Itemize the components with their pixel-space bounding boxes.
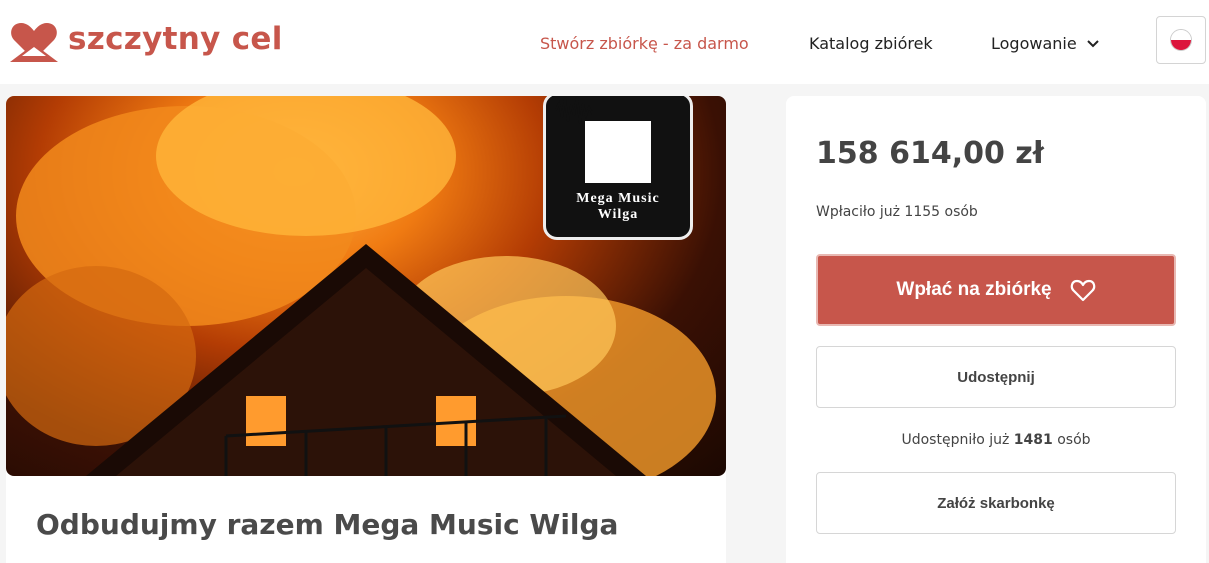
nav-login-label: Logowanie: [991, 34, 1077, 53]
nav-login-dropdown[interactable]: Logowanie: [991, 34, 1099, 53]
logo-text: szczytny cel: [68, 21, 283, 57]
site-logo[interactable]: szczytny cel: [8, 20, 283, 64]
collected-amount: 158 614,00 zł: [816, 136, 1044, 171]
donate-button-label: Wpłać na zbiórkę: [896, 279, 1052, 300]
donors-count: Wpłaciło już 1155 osób: [816, 204, 978, 220]
chevron-down-icon: [1086, 39, 1099, 47]
campaign-image: Mega Music Wilga: [6, 96, 726, 476]
mega-music-logo-text: Mega Music Wilga: [576, 191, 660, 222]
create-piggybank-button[interactable]: Załóż skarbonkę: [816, 472, 1176, 534]
shares-count: Udostępniło już 1481 osób: [901, 432, 1091, 448]
logo-heart-icon: [10, 23, 58, 62]
nav-create-fundraiser[interactable]: Stwórz zbiórkę - za darmo: [540, 34, 749, 53]
heart-outline-icon: [1070, 279, 1095, 302]
mega-music-logo: Mega Music Wilga: [543, 96, 693, 240]
campaign-title: Odbudujmy razem Mega Music Wilga: [36, 508, 619, 541]
shares-number: 1481: [1013, 432, 1053, 448]
donate-button[interactable]: Wpłać na zbiórkę: [816, 254, 1176, 326]
campaign-card: Mega Music Wilga Odbudujmy razem Mega Mu…: [6, 96, 726, 563]
share-button[interactable]: Udostępnij: [816, 346, 1176, 408]
nav-catalog[interactable]: Katalog zbiórek: [809, 34, 933, 53]
waveform-icon: [546, 96, 651, 183]
donation-panel: 158 614,00 zł Wpłaciło już 1155 osób Wpł…: [786, 96, 1206, 563]
language-switcher[interactable]: [1156, 16, 1206, 64]
poland-flag-icon: [1170, 29, 1192, 51]
site-header: szczytny cel Stwórz zbiórkę - za darmo K…: [0, 0, 1209, 84]
